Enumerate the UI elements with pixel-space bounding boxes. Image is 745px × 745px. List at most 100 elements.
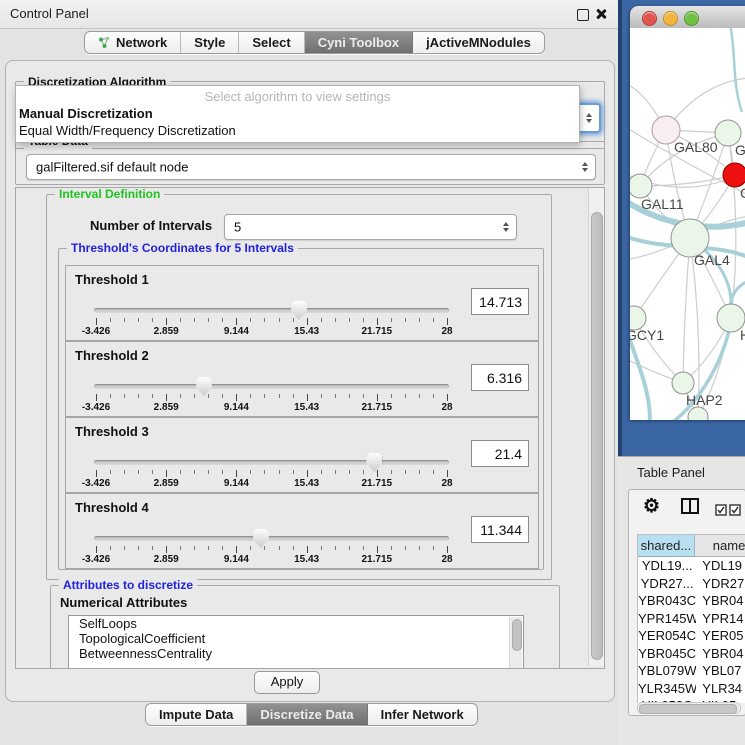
slider-tick xyxy=(110,546,111,550)
threshold-4-value-field[interactable] xyxy=(471,516,529,543)
table-row[interactable]: YDL19...YDL19 xyxy=(638,557,745,575)
table-row[interactable]: YER054CYER05 xyxy=(638,627,745,645)
pane-scrollbar[interactable] xyxy=(588,188,604,666)
scrollbar-thumb[interactable] xyxy=(591,212,603,660)
tab-cyni-toolbox[interactable]: Cyni Toolbox xyxy=(305,32,413,53)
scrollbar-thumb[interactable] xyxy=(639,704,737,714)
slider-tick xyxy=(124,546,125,550)
slider-tick xyxy=(293,470,294,474)
close-icon[interactable] xyxy=(595,8,607,20)
slider-tick-label: 21.715 xyxy=(362,478,393,489)
network-node-gal11[interactable] xyxy=(630,174,652,198)
table-row[interactable]: YBR043CYBR04 xyxy=(638,592,745,610)
slider-tick xyxy=(96,546,97,553)
network-canvas[interactable]: GAL80GALCGAL11GAL4GCY1HHAP2 xyxy=(630,28,745,420)
slider-tick-label: 15.43 xyxy=(294,554,319,565)
apply-button[interactable]: Apply xyxy=(254,671,320,694)
zoom-traffic-icon[interactable] xyxy=(684,11,699,26)
table-horizontal-scrollbar[interactable] xyxy=(637,702,741,714)
column-header-name[interactable]: name xyxy=(695,535,745,557)
slider-tick-label: 28 xyxy=(441,402,452,413)
tab-style[interactable]: Style xyxy=(181,32,239,53)
numerical-attributes-label: Numerical Attributes xyxy=(60,595,187,610)
threshold-2-value-field[interactable] xyxy=(471,364,529,391)
list-scrollbar[interactable] xyxy=(509,617,522,669)
slider-tick xyxy=(433,394,434,398)
minimize-traffic-icon[interactable] xyxy=(663,11,678,26)
cell-name: YER05 xyxy=(696,627,745,645)
slider-tick-label: 2.859 xyxy=(154,402,179,413)
numerical-attributes-list[interactable]: SelfLoopsTopologicalCoefficientBetweenne… xyxy=(68,615,524,669)
slider-tick xyxy=(307,546,308,553)
threshold-1-value-field[interactable] xyxy=(471,288,529,315)
num-intervals-combobox[interactable]: 5 xyxy=(224,214,517,240)
cell-shared-name: YDR27... xyxy=(638,575,696,593)
slider-track[interactable] xyxy=(94,536,449,541)
table-data-combobox[interactable]: galFiltered.sif default node xyxy=(26,154,596,180)
cyni-toolbox-panel: Discretization Algorithm Select algorith… xyxy=(5,60,615,702)
slider-track[interactable] xyxy=(94,460,449,465)
table-row[interactable]: YBL079WYBL07 xyxy=(638,662,745,680)
slider-tick-label: -3.426 xyxy=(82,478,110,489)
tab-network[interactable]: Network xyxy=(85,32,181,53)
network-node-hap2[interactable] xyxy=(672,372,694,394)
slider-tick xyxy=(138,394,139,398)
slider-tick-label: 9.144 xyxy=(224,478,249,489)
slider-tick xyxy=(335,470,336,474)
network-node-c[interactable] xyxy=(723,163,745,187)
tab-impute-data[interactable]: Impute Data xyxy=(146,704,247,725)
threshold-3-value-field[interactable] xyxy=(471,440,529,467)
float-window-icon[interactable] xyxy=(577,9,589,21)
slider-thumb[interactable] xyxy=(196,377,212,396)
node-label: GAL11 xyxy=(641,196,684,212)
tab-label: Discretize Data xyxy=(260,707,353,722)
slider-tick xyxy=(180,394,181,398)
table-row[interactable]: YPR145WYPR14 xyxy=(638,610,745,628)
slider-tick xyxy=(152,546,153,550)
scrollbar-thumb[interactable] xyxy=(512,619,522,651)
stepper-icon xyxy=(586,113,592,123)
tab-jactivemnodules[interactable]: jActiveMNodules xyxy=(413,32,544,53)
slider-tick xyxy=(110,318,111,322)
tab-label: Style xyxy=(194,35,225,50)
select-all-checkbox-icon[interactable] xyxy=(715,503,727,521)
columns-icon[interactable] xyxy=(681,498,699,519)
node-label: HAP2 xyxy=(686,392,723,408)
slider-tick xyxy=(335,394,336,398)
slider-tick xyxy=(124,470,125,474)
table-row[interactable]: YLR345WYLR34 xyxy=(638,680,745,698)
tab-infer-network[interactable]: Infer Network xyxy=(368,704,477,725)
close-traffic-icon[interactable] xyxy=(642,11,657,26)
table-row[interactable]: YBR045CYBR04 xyxy=(638,645,745,663)
attribute-item-betweennesscentrality[interactable]: BetweennessCentrality xyxy=(69,646,523,661)
slider-tick xyxy=(264,546,265,550)
tab-select[interactable]: Select xyxy=(239,32,304,53)
table-row[interactable]: YDR27...YDR27 xyxy=(638,575,745,593)
slider-track[interactable] xyxy=(94,384,449,389)
popup-item-manual-discretization[interactable]: Manual Discretization xyxy=(16,105,582,122)
attribute-item-selfloops[interactable]: SelfLoops xyxy=(69,616,523,631)
deselect-all-checkbox-icon[interactable] xyxy=(729,503,741,521)
slider-tick-label: 28 xyxy=(441,326,452,337)
slider-tick xyxy=(447,546,448,553)
slider-tick-label: 15.43 xyxy=(294,402,319,413)
network-node[interactable] xyxy=(688,407,708,420)
slider-tick xyxy=(293,546,294,550)
popup-item-equal-width-frequency[interactable]: Equal Width/Frequency Discretization xyxy=(16,122,582,139)
gear-icon[interactable]: ⚙ xyxy=(643,494,660,520)
slider-thumb[interactable] xyxy=(253,529,269,548)
slider-tick xyxy=(222,546,223,550)
slider-tick xyxy=(222,318,223,322)
slider-track[interactable] xyxy=(94,308,449,313)
attribute-item-topologicalcoefficient[interactable]: TopologicalCoefficient xyxy=(69,631,523,646)
node-table: shared... name YDL19...YDL19YDR27...YDR2… xyxy=(637,534,745,703)
slider-tick xyxy=(447,470,448,477)
table-data-group: Table Data galFiltered.sif default node xyxy=(15,141,605,185)
column-header-shared-name[interactable]: shared... xyxy=(638,535,695,557)
tab-discretize-data[interactable]: Discretize Data xyxy=(247,704,367,725)
slider-thumb[interactable] xyxy=(366,453,382,472)
slider-tick xyxy=(363,318,364,322)
window-title: Control Panel xyxy=(10,6,89,21)
slider-tick xyxy=(391,470,392,474)
cell-shared-name: YBR043C xyxy=(638,592,696,610)
